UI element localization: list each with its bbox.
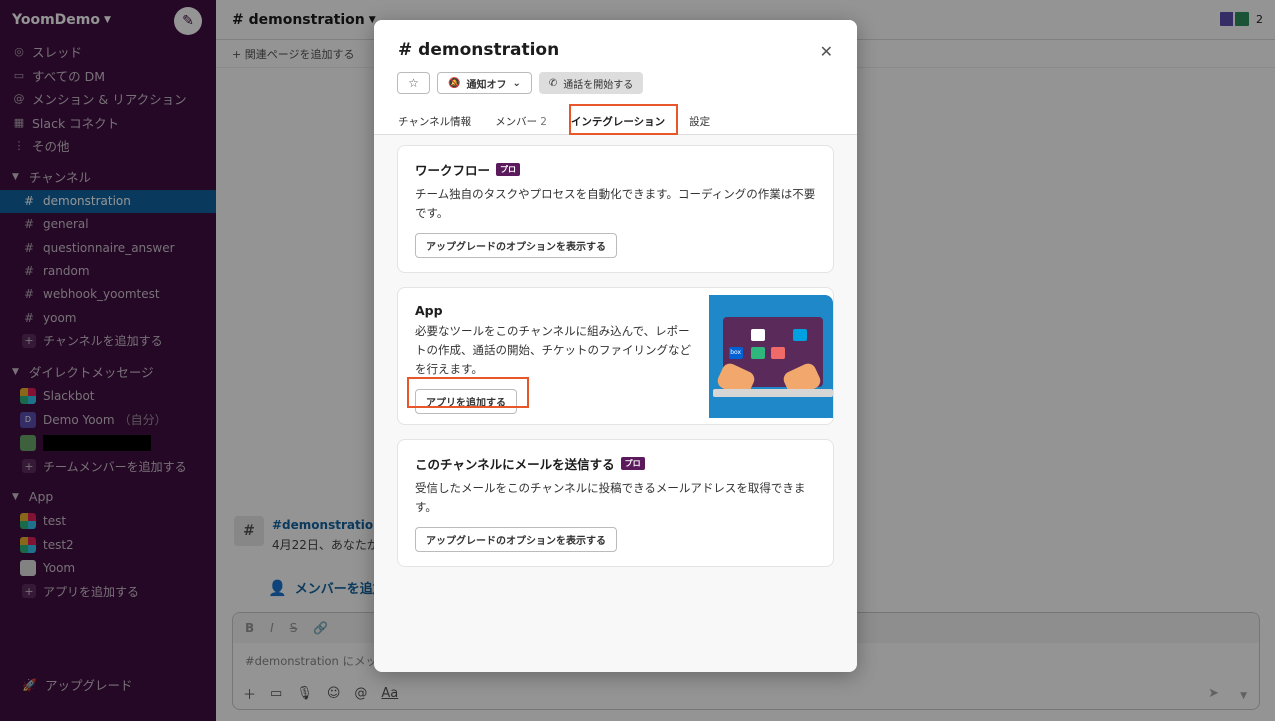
tab-label: メンバー [495, 116, 538, 128]
email-card: このチャンネルにメールを送信する プロ 受信したメールをこのチャンネルに投稿できる… [397, 439, 834, 567]
modal-actions: ☆ 🔕 通知オフ ⌄ ✆ 通話を開始する [397, 72, 644, 94]
star-button[interactable]: ☆ [397, 72, 430, 94]
highlight-box [569, 104, 678, 135]
app-illustration: box [708, 295, 833, 418]
email-upgrade-button[interactable]: アップグレードのオプションを表示する [415, 527, 617, 552]
workflow-title-row: ワークフロー プロ [415, 160, 816, 179]
chevron-down-icon: ⌄ [512, 77, 521, 89]
trello-icon [770, 347, 785, 359]
modal-title: # demonstration [398, 40, 560, 60]
card-title: このチャンネルにメールを送信する [415, 457, 615, 472]
app-title-row: App [415, 303, 692, 318]
box-icon: box [728, 347, 743, 359]
card-desc: チーム独自のタスクやプロセスを自動化できます。コーディングの作業は不要です。 [415, 187, 816, 220]
star-icon: ☆ [408, 76, 419, 90]
salesforce-icon [792, 329, 807, 341]
laptop-base-shape [712, 389, 833, 397]
tab-count: 2 [540, 115, 547, 128]
tab-members[interactable]: メンバー 2 [495, 108, 547, 135]
workflow-upgrade-button[interactable]: アップグレードのオプションを表示する [415, 233, 617, 258]
email-title-row: このチャンネルにメールを送信する プロ [415, 454, 816, 473]
phone-icon: ✆ [548, 77, 558, 89]
card-desc: 受信したメールをこのチャンネルに投稿できるメールアドレスを取得できます。 [415, 481, 806, 514]
tab-label: チャンネル情報 [398, 116, 472, 128]
close-icon[interactable]: ✕ [820, 42, 833, 61]
workflow-card: ワークフロー プロ チーム独自のタスクやプロセスを自動化できます。コーディングの作… [397, 145, 834, 273]
highlight-box [407, 377, 529, 408]
pro-badge: プロ [620, 457, 645, 470]
call-label: 通話を開始する [563, 79, 634, 91]
pro-badge: プロ [496, 163, 521, 176]
tab-channel-info[interactable]: チャンネル情報 [398, 108, 471, 135]
tab-settings[interactable]: 設定 [689, 108, 710, 135]
notification-button[interactable]: 🔕 通知オフ ⌄ [437, 72, 532, 94]
notify-label: 通知オフ [466, 79, 507, 91]
bell-off-icon: 🔕 [448, 77, 461, 89]
modal-header: # demonstration ✕ ☆ 🔕 通知オフ ⌄ ✆ 通話を開始する チャンネ… [374, 20, 857, 135]
card-desc: 必要なツールをこのチャンネルに組み込んで、レポートの作成、通話の開始、チケットの… [415, 324, 691, 376]
channel-details-modal: # demonstration ✕ ☆ 🔕 通知オフ ⌄ ✆ 通話を開始する チャンネ… [374, 20, 857, 672]
card-title: ワークフロー [415, 163, 491, 178]
check-icon [750, 347, 765, 359]
start-call-button[interactable]: ✆ 通話を開始する [538, 72, 644, 94]
integration-cards: ワークフロー プロ チーム独自のタスクやプロセスを自動化できます。コーディングの作… [397, 145, 834, 581]
card-title: App [415, 303, 443, 318]
tab-label: 設定 [689, 116, 711, 128]
cloud-icon [750, 329, 765, 341]
